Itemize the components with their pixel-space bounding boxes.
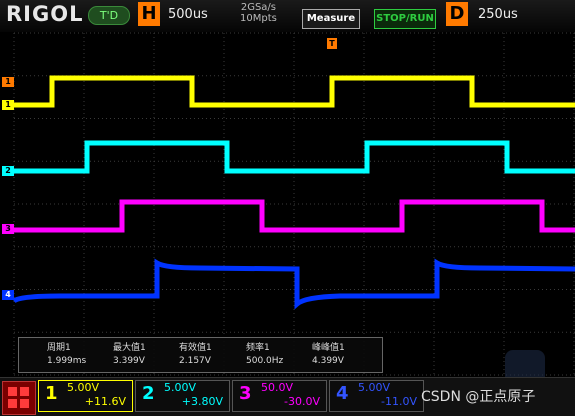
- measurement-label: 周期1: [47, 343, 71, 353]
- channel-4-number: 4: [336, 383, 349, 404]
- ch4-ground-marker[interactable]: 4: [2, 290, 14, 300]
- measurement-label: 峰峰值1: [312, 343, 345, 353]
- channel-2-volts-div: 5.00V: [164, 381, 197, 394]
- ch2-ground-marker[interactable]: 2: [2, 166, 14, 176]
- measurement-frequency: 频率1 500.0Hz: [246, 340, 283, 366]
- channel-3-offset: -30.0V: [284, 395, 320, 408]
- channel-4-offset: -11.0V: [381, 395, 417, 408]
- measurement-period: 周期1 1.999ms: [47, 340, 86, 366]
- measurement-value: 3.399V: [113, 356, 145, 366]
- ch1-ground-marker[interactable]: 1: [2, 100, 14, 110]
- channel-2-offset: +3.80V: [181, 395, 223, 408]
- channel-4-volts-div: 5.00V: [358, 381, 391, 394]
- channel-2-panel[interactable]: 2 5.00V +3.80V: [135, 380, 230, 412]
- measurement-value: 500.0Hz: [246, 356, 284, 366]
- channel-2-number: 2: [142, 383, 155, 404]
- channel-3-volts-div: 50.0V: [261, 381, 294, 394]
- watermark-text: CSDN @正点原子: [421, 389, 536, 405]
- measurement-rms: 有效值1 2.157V: [179, 340, 212, 366]
- measurement-max: 最大值1 3.399V: [113, 340, 146, 366]
- ch3-ground-marker[interactable]: 3: [2, 224, 14, 234]
- ch1-trigger-level-marker[interactable]: 1: [2, 77, 14, 87]
- channel-3-number: 3: [239, 383, 252, 404]
- measurement-peak-to-peak: 峰峰值1 4.399V: [312, 340, 345, 366]
- channel-3-panel[interactable]: 3 50.0V -30.0V: [232, 380, 327, 412]
- channel-1-number: 1: [45, 383, 58, 404]
- channel-1-volts-div: 5.00V: [67, 381, 100, 394]
- measurement-label: 最大值1: [113, 343, 146, 353]
- measurement-value: 4.399V: [312, 356, 344, 366]
- measurement-label: 有效值1: [179, 343, 212, 353]
- channel-4-panel[interactable]: 4 5.00V -11.0V: [329, 380, 424, 412]
- main-menu-grid-icon[interactable]: [2, 381, 36, 415]
- measurement-value: 2.157V: [179, 356, 211, 366]
- measurement-panel: 周期1 1.999ms 最大值1 3.399V 有效值1 2.157V 频率1 …: [18, 337, 383, 373]
- channel-1-panel[interactable]: 1 5.00V +11.6V: [38, 380, 133, 412]
- channel-1-offset: +11.6V: [84, 395, 126, 408]
- measurement-value: 1.999ms: [47, 356, 87, 366]
- measurement-label: 频率1: [246, 343, 270, 353]
- trigger-position-marker[interactable]: T: [327, 38, 337, 49]
